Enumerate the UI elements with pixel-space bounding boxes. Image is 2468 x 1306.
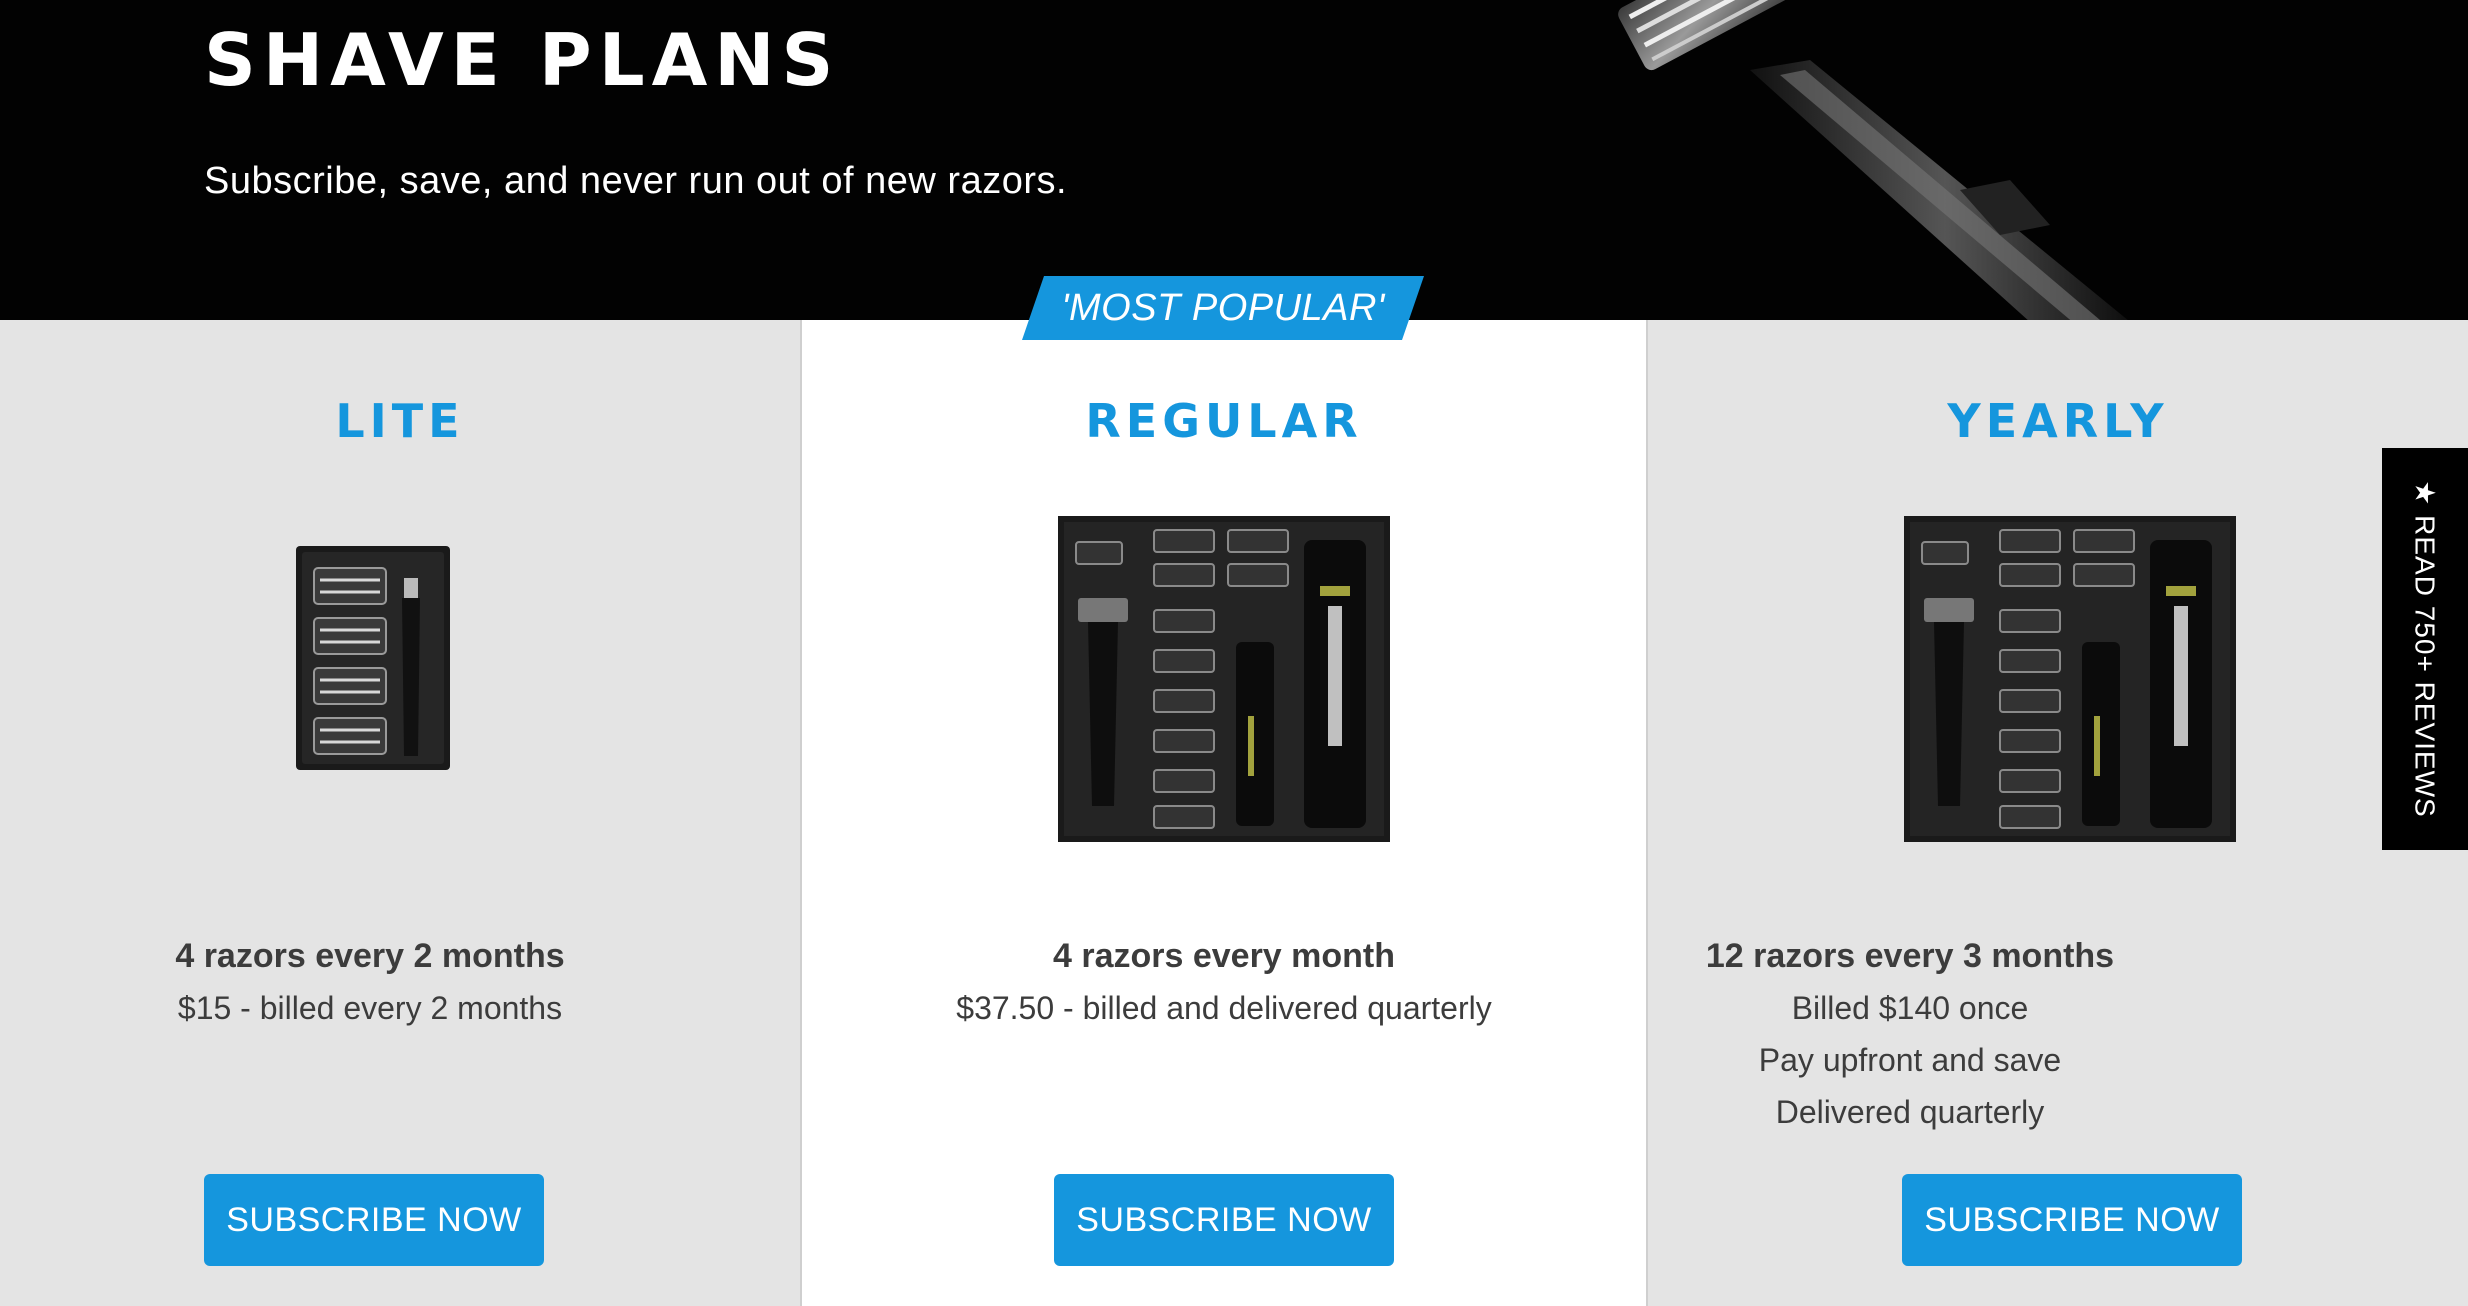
razor-hero-image bbox=[1580, 0, 2280, 320]
lite-kit-image bbox=[296, 546, 450, 770]
yearly-kit-image bbox=[1904, 516, 2236, 842]
plan-card-regular: REGULAR 4 razors every month $37.50 - bi… bbox=[800, 320, 1648, 1306]
subscribe-regular-button[interactable]: SUBSCRIBE NOW bbox=[1054, 1174, 1394, 1266]
page-title: SHAVE PLANS bbox=[204, 18, 841, 102]
badge-label: 'MOST POPULAR' bbox=[1061, 287, 1385, 329]
plan-detail: Delivered quarterly bbox=[1775, 1094, 2045, 1130]
plans-section: LITE 4 razors every 2 months $15 - bille… bbox=[0, 320, 2468, 1306]
read-reviews-tab[interactable]: ★ READ 750+ REVIEWS bbox=[2382, 448, 2468, 850]
plan-card-lite: LITE 4 razors every 2 months $15 - bille… bbox=[0, 320, 800, 1306]
plan-card-yearly: YEARLY 12 razors every 3 months Billed $… bbox=[1648, 320, 2468, 1306]
page-subtitle: Subscribe, save, and never run out of ne… bbox=[204, 160, 1068, 202]
plan-detail: Pay upfront and save bbox=[1758, 1042, 2062, 1078]
plan-description: 12 razors every 3 months Billed $140 onc… bbox=[1500, 930, 2320, 1138]
plan-headline: 4 razors every 2 months bbox=[175, 937, 565, 975]
plan-description: 4 razors every 2 months $15 - billed eve… bbox=[0, 930, 770, 1034]
plan-name: REGULAR bbox=[1085, 394, 1363, 448]
subscribe-lite-button[interactable]: SUBSCRIBE NOW bbox=[204, 1174, 544, 1266]
subscribe-yearly-button[interactable]: SUBSCRIBE NOW bbox=[1902, 1174, 2242, 1266]
most-popular-badge: 'MOST POPULAR' bbox=[1022, 276, 1424, 340]
plan-name: LITE bbox=[335, 394, 465, 448]
plan-headline: 12 razors every 3 months bbox=[1705, 937, 2115, 975]
reviews-tab-label: ★ READ 750+ REVIEWS bbox=[2409, 480, 2441, 818]
hero-banner: SHAVE PLANS Subscribe, save, and never r… bbox=[0, 0, 2468, 320]
regular-kit-image bbox=[1058, 516, 1390, 842]
plan-name: YEARLY bbox=[1947, 394, 2169, 448]
plan-detail: $15 - billed every 2 months bbox=[177, 990, 563, 1026]
plan-detail: Billed $140 once bbox=[1791, 990, 2029, 1026]
